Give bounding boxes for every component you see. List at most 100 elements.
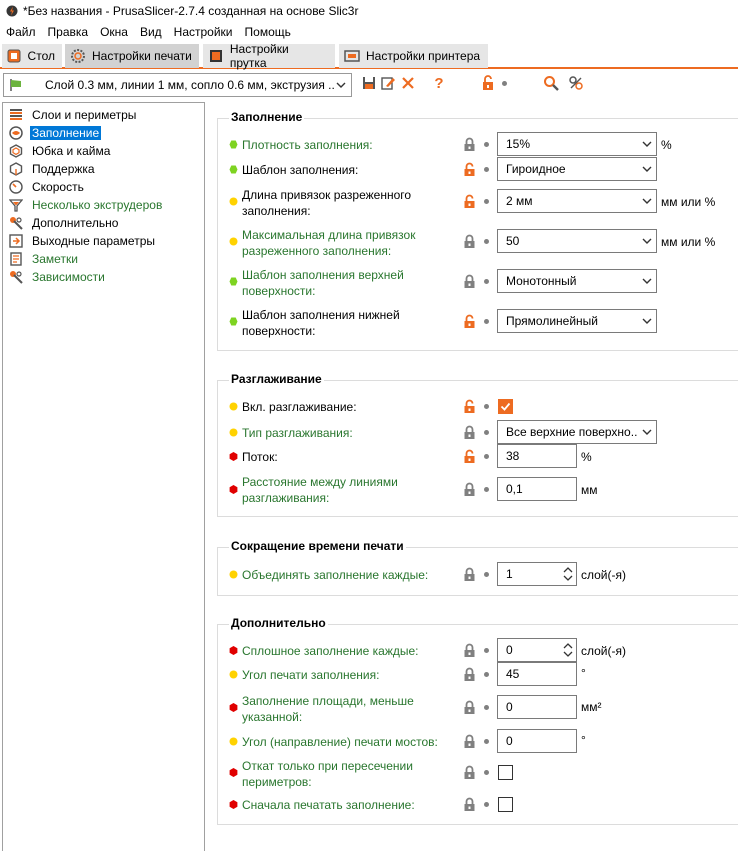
solid-infill-every-value: 0 bbox=[506, 643, 513, 657]
lock-icon[interactable] bbox=[463, 274, 476, 289]
unlocked-icon[interactable] bbox=[463, 314, 476, 329]
unlocked-icon[interactable] bbox=[463, 194, 476, 209]
menu-settings[interactable]: Настройки bbox=[168, 25, 239, 39]
unlocked-icon[interactable] bbox=[463, 162, 476, 177]
sidebar-item-speed[interactable]: Скорость bbox=[9, 178, 86, 196]
sidebar-item-dependencies[interactable]: Зависимости bbox=[9, 268, 107, 286]
system-value-dot[interactable] bbox=[484, 430, 489, 435]
infill-first-checkbox[interactable] bbox=[498, 797, 513, 812]
sidebar-item-support[interactable]: Поддержка bbox=[9, 160, 97, 178]
ironing-enable-checkbox[interactable] bbox=[498, 399, 513, 414]
sidebar-item-output[interactable]: Выходные параметры bbox=[9, 232, 157, 250]
sidebar-item-skirt[interactable]: Юбка и кайма bbox=[9, 142, 112, 160]
tab-plater[interactable]: Стол bbox=[2, 44, 62, 68]
solid-infill-every-spinner[interactable]: 0 bbox=[497, 638, 577, 662]
ironing-type-value: Все верхние поверхно... bbox=[506, 425, 638, 439]
system-value-dot[interactable] bbox=[484, 739, 489, 744]
ironing-spacing-field[interactable]: 0,1 bbox=[497, 477, 577, 501]
system-value-dot[interactable] bbox=[484, 239, 489, 244]
system-value-dot[interactable] bbox=[484, 319, 489, 324]
system-value-dot[interactable] bbox=[484, 279, 489, 284]
menu-bar: Файл Правка Окна Вид Настройки Помощь bbox=[0, 22, 297, 42]
lock-legend-button[interactable] bbox=[480, 73, 496, 93]
system-value-dot[interactable] bbox=[484, 199, 489, 204]
top-pattern-combo[interactable]: Монотонный bbox=[497, 269, 657, 293]
search-button[interactable] bbox=[542, 73, 560, 93]
infill-anchor-max-combo[interactable]: 50 bbox=[497, 229, 657, 253]
sidebar-item-extruders[interactable]: Несколько экструдеров bbox=[9, 196, 164, 214]
menu-help[interactable]: Помощь bbox=[239, 25, 297, 39]
spool-icon bbox=[208, 48, 224, 64]
lock-icon[interactable] bbox=[463, 137, 476, 152]
menu-window[interactable]: Окна bbox=[94, 25, 134, 39]
lock-icon[interactable] bbox=[463, 643, 476, 658]
retract-perimeters-checkbox[interactable] bbox=[498, 765, 513, 780]
system-value-dot[interactable] bbox=[484, 404, 489, 409]
infill-density-combo[interactable]: 15% bbox=[497, 132, 657, 156]
sidebar-item-notes[interactable]: Заметки bbox=[9, 250, 80, 268]
chevron-down-icon bbox=[638, 139, 656, 149]
system-value-dot[interactable] bbox=[484, 572, 489, 577]
infill-every-layers-spinner[interactable]: 1 bbox=[497, 562, 577, 586]
system-value-dot[interactable] bbox=[484, 167, 489, 172]
system-value-dot[interactable] bbox=[484, 705, 489, 710]
lock-icon[interactable] bbox=[463, 482, 476, 497]
system-value-dot[interactable] bbox=[484, 648, 489, 653]
compare-icon bbox=[569, 76, 583, 90]
compare-button[interactable] bbox=[567, 73, 585, 93]
delete-preset-button[interactable] bbox=[399, 73, 417, 93]
sidebar-item-advanced[interactable]: Дополнительно bbox=[9, 214, 120, 232]
print-preset-combo[interactable]: Слой 0.3 мм, линии 1 мм, сопло 0.6 мм, э… bbox=[3, 73, 352, 97]
help-button[interactable]: ? bbox=[430, 73, 448, 93]
system-value-dot[interactable] bbox=[484, 487, 489, 492]
system-value-dot[interactable] bbox=[484, 802, 489, 807]
lock-icon[interactable] bbox=[463, 700, 476, 715]
lock-icon[interactable] bbox=[463, 667, 476, 682]
fill-angle-field[interactable]: 45 bbox=[497, 662, 577, 686]
rename-preset-button[interactable] bbox=[379, 73, 397, 93]
spin-arrows-icon[interactable] bbox=[562, 641, 574, 659]
tab-filament-settings[interactable]: Настройки прутка bbox=[203, 42, 335, 70]
infill-anchor-combo[interactable]: 2 мм bbox=[497, 189, 657, 213]
menu-view[interactable]: Вид bbox=[134, 25, 168, 39]
infill-density-label: Плотность заполнения: bbox=[242, 138, 373, 152]
bottom-pattern-label-line1: Шаблон заполнения нижней bbox=[242, 308, 400, 322]
save-preset-button[interactable] bbox=[360, 73, 378, 93]
cog-icon bbox=[70, 48, 86, 64]
ironing-type-combo[interactable]: Все верхние поверхно... bbox=[497, 420, 657, 444]
menu-edit[interactable]: Правка bbox=[42, 25, 95, 39]
infill-pattern-label: Шаблон заполнения: bbox=[242, 163, 359, 177]
lock-icon[interactable] bbox=[463, 567, 476, 582]
lock-icon[interactable] bbox=[463, 234, 476, 249]
tab-printer-settings[interactable]: Настройки принтера bbox=[339, 44, 488, 68]
bridge-angle-field[interactable]: 0 bbox=[497, 729, 577, 753]
tab-print-settings[interactable]: Настройки печати bbox=[65, 44, 199, 68]
system-value-dot[interactable] bbox=[484, 770, 489, 775]
mode-advanced-icon bbox=[229, 237, 238, 246]
solid-area-field[interactable]: 0 bbox=[497, 695, 577, 719]
system-value-dot[interactable] bbox=[484, 454, 489, 459]
system-value-dot[interactable] bbox=[484, 142, 489, 147]
prusaslicer-logo-icon bbox=[6, 5, 18, 17]
sidebar-item-label: Зависимости bbox=[32, 270, 105, 284]
infill-pattern-combo[interactable]: Гироидное bbox=[497, 157, 657, 181]
menu-file[interactable]: Файл bbox=[0, 25, 42, 39]
lock-icon[interactable] bbox=[463, 425, 476, 440]
dot-legend-button[interactable] bbox=[500, 73, 508, 93]
ironing-spacing-label-line1: Расстояние между линиями bbox=[242, 475, 398, 489]
unlocked-icon[interactable] bbox=[463, 399, 476, 414]
ironing-flow-field[interactable]: 38 bbox=[497, 444, 577, 468]
bottom-pattern-combo[interactable]: Прямолинейный bbox=[497, 309, 657, 333]
system-value-dot[interactable] bbox=[484, 672, 489, 677]
top-pattern-value: Монотонный bbox=[506, 274, 577, 288]
search-icon bbox=[544, 76, 559, 91]
lock-icon[interactable] bbox=[463, 797, 476, 812]
spin-arrows-icon[interactable] bbox=[562, 565, 574, 583]
lock-icon[interactable] bbox=[463, 765, 476, 780]
unlocked-icon[interactable] bbox=[463, 449, 476, 464]
retract-perimeters-label-line2: периметров: bbox=[242, 775, 312, 789]
lock-icon[interactable] bbox=[463, 734, 476, 749]
sidebar-item-infill[interactable]: Заполнение bbox=[9, 124, 102, 142]
sidebar-item-layers[interactable]: Слои и периметры bbox=[9, 106, 138, 124]
retract-perimeters-label-line1: Откат только при пересечении bbox=[242, 759, 413, 773]
